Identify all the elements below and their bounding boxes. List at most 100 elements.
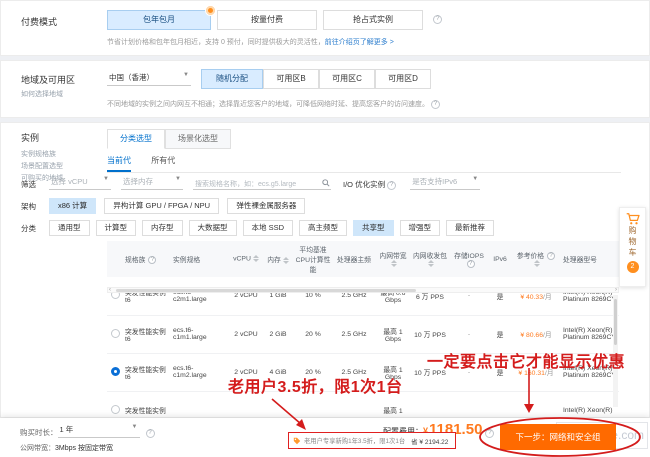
- help-icon[interactable]: ?: [467, 260, 475, 268]
- col-vcpu: vCPU: [229, 241, 263, 277]
- next-step-button[interactable]: 下一步：网络和安全组: [500, 424, 616, 450]
- help-icon[interactable]: ?: [547, 252, 555, 260]
- sort-icon[interactable]: [391, 260, 397, 267]
- annotation-old-user-discount: 老用户3.5折，限1次1台: [228, 373, 403, 397]
- cat-compute[interactable]: 计算型: [96, 220, 137, 236]
- col-freq: 处理器主频: [333, 241, 375, 277]
- io-help-icon[interactable]: ?: [387, 181, 396, 190]
- zone-random[interactable]: 随机分配: [201, 69, 263, 89]
- chevron-down-icon: ▼: [132, 424, 138, 430]
- cat-highfreq[interactable]: 高主频型: [299, 220, 347, 236]
- fee-help-icon[interactable]: ?: [485, 429, 494, 438]
- col-iops: 存储IOPS?: [449, 241, 489, 277]
- payment-option-subscription[interactable]: 包年包月: [107, 10, 211, 30]
- chevron-down-icon: ▼: [183, 72, 189, 78]
- row-radio[interactable]: [111, 329, 120, 338]
- duration-label: 购买时长：: [20, 427, 58, 438]
- cat-latest[interactable]: 最新推荐: [446, 220, 494, 236]
- sort-icon[interactable]: [534, 260, 540, 267]
- payment-mode-section: 付费模式 包年包月 按量付费抢占式实例 ? 节省计划价格和包年包月相近，支持 0…: [0, 0, 650, 56]
- col-cpu-model: 处理器型号: [561, 241, 619, 277]
- cart-count-badge: 2: [627, 261, 639, 273]
- instance-label: 实例: [21, 131, 39, 144]
- payment-option-payg[interactable]: 按量付费: [217, 10, 317, 30]
- search-icon[interactable]: [322, 179, 330, 187]
- zone-b[interactable]: 可用区B: [263, 69, 319, 89]
- cat-localssd[interactable]: 本地 SSD: [243, 220, 294, 236]
- cart-label-char: 物: [629, 236, 637, 247]
- sort-icon[interactable]: [428, 260, 434, 267]
- row-radio[interactable]: [111, 405, 120, 414]
- tag-icon: [293, 437, 301, 445]
- cart-icon: [626, 213, 640, 225]
- region-section: 地域及可用区 如何选择地域 中国（香港） ▼ 随机分配可用区B可用区C可用区D …: [0, 60, 650, 118]
- col-spec: 实例规格: [171, 241, 229, 277]
- tab-scenario-select[interactable]: 场景化选型: [165, 129, 231, 149]
- ipv6-select[interactable]: 是否支持IPv6▼: [410, 176, 480, 190]
- cart-label-char: 购: [629, 225, 637, 236]
- scrollbar-thumb[interactable]: [614, 299, 617, 345]
- io-optimized-label: I/O 优化实例 ?: [343, 179, 396, 190]
- payment-note: 节省计划价格和包年包月相近，支持 0 预付，同时提供极大的灵活性，前往介绍页了解…: [107, 37, 394, 47]
- zone-c[interactable]: 可用区C: [319, 69, 375, 89]
- arch-x86[interactable]: x86 计算: [49, 198, 96, 214]
- cat-enhanced[interactable]: 增强型: [400, 220, 441, 236]
- arch-heterogeneous[interactable]: 异构计算 GPU / FPGA / NPU: [104, 198, 219, 214]
- col-price: 参考价格?: [511, 241, 561, 277]
- scroll-right-icon[interactable]: ›: [615, 286, 617, 294]
- discount-badge-icon: [205, 5, 216, 16]
- col-ipv6: IPv6: [489, 241, 511, 277]
- col-baseline: 平均基准CPU计算性能: [293, 241, 333, 277]
- spec-search-input[interactable]: [193, 180, 331, 190]
- region-note: 不同地域的实例之间内网互不相通；选择靠近您客户的地域，可降低网络时延、提高您客户…: [107, 99, 440, 109]
- filter-label: 筛选: [21, 179, 36, 190]
- col-bandwidth: 内网带宽: [375, 241, 411, 277]
- payment-mode-label: 付费模式: [21, 15, 57, 28]
- footer-bar: 购买时长： 1 年 ▼ ? 公网带宽：3Mbps 按固定带宽 配置费用： ¥ 1…: [0, 418, 650, 457]
- duration-select[interactable]: 1 年 ▼: [58, 424, 140, 438]
- annotation-must-click: 一定要点击它才能显示优惠: [427, 348, 625, 372]
- help-icon[interactable]: ?: [148, 256, 156, 264]
- scrollbar-thumb[interactable]: [116, 289, 416, 292]
- sort-icon[interactable]: [283, 257, 289, 264]
- spec-table: 规格族? 实例规格 vCPU 内存 平均基准CPU计算性能 处理器主频 内网带宽…: [107, 241, 619, 430]
- table-horizontal-scrollbar[interactable]: ‹ ›: [107, 287, 619, 293]
- region-note-help-icon[interactable]: ?: [431, 100, 440, 109]
- bandwidth-summary: 公网带宽：3Mbps 按固定带宽: [20, 443, 113, 453]
- gentab-all[interactable]: 所有代: [151, 155, 175, 170]
- side-link-scene[interactable]: 场景配置选型: [21, 161, 63, 173]
- region-label: 地域及可用区: [21, 73, 75, 86]
- sort-icon[interactable]: [253, 255, 259, 262]
- region-select[interactable]: 中国（香港） ▼: [107, 72, 191, 86]
- table-row[interactable]: 突发性能实例 t6 ecs.t6-c2m1.large 2 vCPU 1 GiB…: [107, 277, 619, 315]
- col-pps: 内网收发包: [411, 241, 449, 277]
- region-how-to-link[interactable]: 如何选择地域: [21, 89, 63, 99]
- table-header-row: 规格族? 实例规格 vCPU 内存 平均基准CPU计算性能 处理器主频 内网带宽…: [107, 241, 619, 277]
- category-label: 分类: [21, 223, 36, 234]
- cat-shared[interactable]: 共享型: [353, 220, 394, 236]
- gentab-current[interactable]: 当前代: [107, 155, 131, 172]
- payment-help-icon[interactable]: ?: [433, 15, 442, 24]
- cat-memory[interactable]: 内存型: [142, 220, 183, 236]
- scroll-left-icon[interactable]: ‹: [109, 286, 111, 294]
- payment-option-spot[interactable]: 抢占式实例: [323, 10, 423, 30]
- memory-select[interactable]: 选择内存▼: [121, 176, 183, 190]
- row-radio-selected[interactable]: [111, 367, 120, 376]
- tab-category-select[interactable]: 分类选型: [107, 129, 165, 149]
- zone-d[interactable]: 可用区D: [375, 69, 431, 89]
- arch-label: 架构: [21, 201, 36, 212]
- side-link-family[interactable]: 实例规格族: [21, 149, 63, 161]
- chevron-down-icon: ▼: [103, 176, 109, 182]
- col-family: 规格族?: [123, 241, 171, 277]
- arch-baremetal[interactable]: 弹性裸金属服务器: [227, 198, 305, 214]
- promo-discount-box[interactable]: 老用户专享新购1年3.5折，限1次1台 省 ¥ 2194.22: [288, 432, 456, 449]
- cat-general[interactable]: 通用型: [49, 220, 90, 236]
- promo-save-amount: 省 ¥ 2194.22: [411, 436, 448, 446]
- cart-label-char: 车: [629, 247, 637, 258]
- promo-text: 老用户专享新购1年3.5折，限1次1台: [304, 436, 405, 445]
- vcpu-select[interactable]: 选择 vCPU▼: [49, 176, 111, 190]
- payment-learn-more-link[interactable]: 前往介绍页了解更多 >: [325, 39, 394, 46]
- duration-help-icon[interactable]: ?: [146, 429, 155, 438]
- cat-bigdata[interactable]: 大数据型: [189, 220, 237, 236]
- shopping-cart-widget[interactable]: 购 物 车 2: [619, 207, 646, 287]
